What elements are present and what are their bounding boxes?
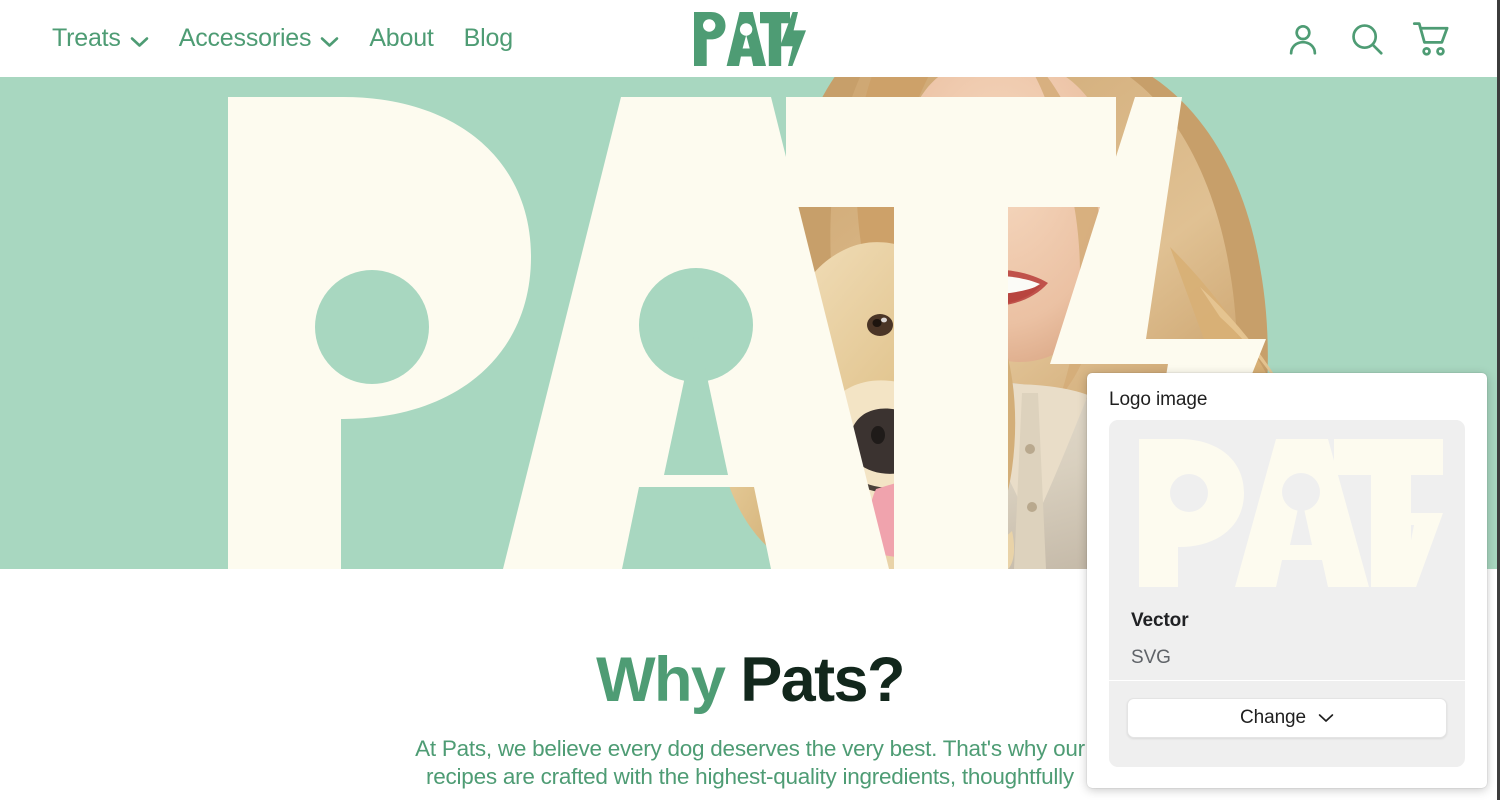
nav-item-accessories[interactable]: Accessories bbox=[179, 25, 340, 53]
media-divider bbox=[1109, 680, 1465, 681]
change-button-label: Change bbox=[1240, 707, 1306, 728]
brand-logo[interactable] bbox=[694, 12, 806, 66]
media-card[interactable]: Vector SVG Change bbox=[1109, 420, 1465, 767]
header-actions bbox=[1284, 20, 1452, 58]
page-title-accent: Why bbox=[596, 645, 726, 715]
change-button[interactable]: Change bbox=[1127, 698, 1447, 738]
media-kind-label: Vector bbox=[1131, 610, 1189, 631]
media-format-label: SVG bbox=[1131, 647, 1171, 668]
logo-image-popover: Logo image Vector SVG Change bbox=[1087, 373, 1487, 788]
search-icon[interactable] bbox=[1348, 20, 1386, 58]
nav-item-treats[interactable]: Treats bbox=[52, 25, 149, 53]
page-title-main: Pats? bbox=[740, 645, 905, 715]
cart-icon[interactable] bbox=[1412, 20, 1452, 58]
account-icon[interactable] bbox=[1284, 20, 1322, 58]
logo-preview-image bbox=[1131, 435, 1443, 591]
site-header: Treats Accessories About Blog bbox=[0, 0, 1500, 77]
media-metadata: Vector SVG bbox=[1131, 610, 1443, 669]
nav-item-label: Blog bbox=[463, 24, 513, 52]
nav-item-label: Treats bbox=[52, 24, 121, 52]
primary-navigation: Treats Accessories About Blog bbox=[52, 25, 513, 53]
chevron-down-icon bbox=[130, 28, 149, 53]
page-root: Treats Accessories About Blog Why Pats? … bbox=[0, 0, 1500, 800]
nav-item-label: About bbox=[369, 24, 434, 52]
why-body-text: At Pats, we believe every dog deserves t… bbox=[415, 736, 1085, 789]
nav-item-label: Accessories bbox=[178, 24, 312, 52]
brand-logo-wordmark bbox=[694, 12, 806, 66]
chevron-down-icon bbox=[1318, 713, 1334, 723]
nav-item-blog[interactable]: Blog bbox=[464, 26, 513, 51]
nav-item-about[interactable]: About bbox=[369, 24, 434, 52]
chevron-down-icon bbox=[320, 28, 339, 53]
popover-title: Logo image bbox=[1109, 389, 1208, 410]
